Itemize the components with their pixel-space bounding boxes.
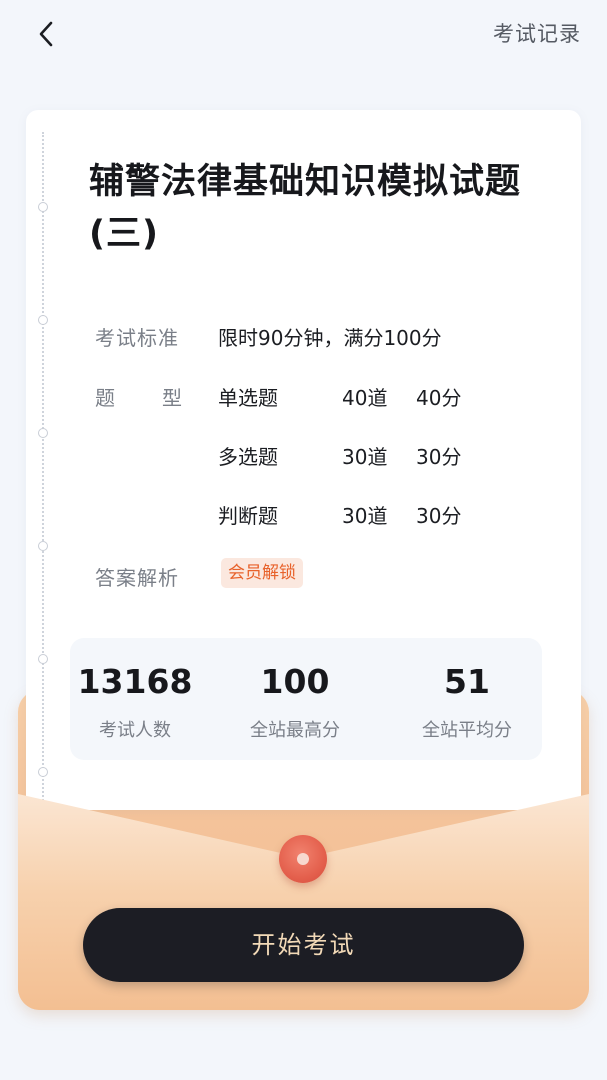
exam-card: 辅警法律基础知识模拟试题(三) 考试标准 限时90分钟，满分100分 题型 单选… xyxy=(26,110,581,810)
start-exam-button[interactable]: 开始考试 xyxy=(83,908,524,982)
question-type-name: 多选题 xyxy=(218,445,278,469)
stat-value: 51 xyxy=(444,662,490,701)
question-type-score: 40分 xyxy=(416,386,462,410)
exam-records-link[interactable]: 考试记录 xyxy=(493,18,581,48)
question-type-count: 40道 xyxy=(342,386,388,410)
stat-label: 全站最高分 xyxy=(250,720,340,741)
seal-icon xyxy=(279,835,327,883)
exam-title: 辅警法律基础知识模拟试题(三) xyxy=(89,162,522,254)
standard-label: 考试标准 xyxy=(95,326,179,350)
stat-exam-takers: 13168 考试人数 xyxy=(60,638,210,742)
question-type-name: 判断题 xyxy=(218,504,278,528)
question-type-count: 30道 xyxy=(342,445,388,469)
stat-value: 100 xyxy=(260,662,330,701)
standard-value: 限时90分钟，满分100分 xyxy=(218,326,442,350)
question-type-score: 30分 xyxy=(416,504,462,528)
stat-highest-score: 100 全站最高分 xyxy=(220,638,370,742)
question-type-score: 30分 xyxy=(416,445,462,469)
back-button[interactable] xyxy=(26,14,66,54)
stats-box: 13168 考试人数 100 全站最高分 51 全站平均分 xyxy=(70,638,542,760)
stat-label: 考试人数 xyxy=(99,720,171,741)
timeline-decoration xyxy=(38,132,48,810)
member-unlock-badge[interactable]: 会员解锁 xyxy=(221,558,303,588)
stat-value: 13168 xyxy=(77,662,193,701)
chevron-left-icon xyxy=(39,21,53,47)
question-type-name: 单选题 xyxy=(218,386,278,410)
question-type-label: 题型 xyxy=(95,386,183,410)
analysis-label: 答案解析 xyxy=(95,566,179,590)
stat-label: 全站平均分 xyxy=(422,720,512,741)
question-type-count: 30道 xyxy=(342,504,388,528)
stat-average-score: 51 全站平均分 xyxy=(392,638,542,742)
